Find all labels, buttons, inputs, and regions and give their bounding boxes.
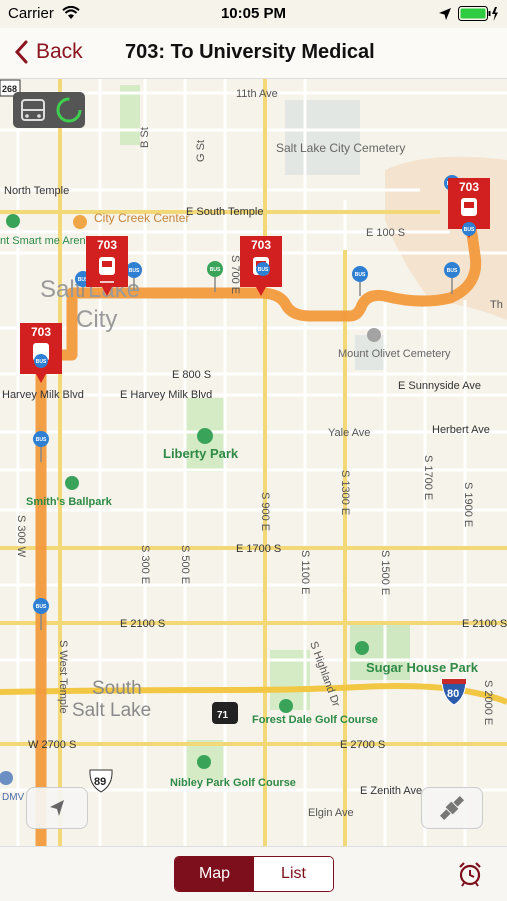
svg-text:BUS: BUS (355, 272, 366, 278)
location-arrow-icon (50, 800, 64, 816)
svg-text:703: 703 (31, 325, 51, 339)
label-south: South (92, 678, 142, 699)
label-elgin: Elgin Ave (308, 807, 354, 819)
vehicle-marker-703[interactable]: 703 BUS (448, 178, 490, 238)
label-s-west-temple: S West Temple (57, 640, 69, 714)
label-mount-olivet: Mount Olivet Cemetery (338, 348, 451, 360)
label-the-th: Th (490, 299, 503, 311)
label-e-100-s: E 100 S (366, 227, 405, 239)
cemetery-icon (367, 328, 381, 342)
label-sugar-house: Sugar House Park (366, 660, 479, 675)
alarm-clock-icon (459, 862, 481, 887)
svg-text:BUS: BUS (258, 267, 269, 273)
map-tab[interactable]: Map (175, 857, 254, 891)
current-location-button[interactable] (26, 787, 88, 829)
arena-icon (6, 214, 20, 228)
label-s-500-e: S 500 E (179, 545, 191, 584)
view-mode-segmented-control: Map List (174, 856, 334, 892)
label-harvey-milk-east: E Harvey Milk Blvd (120, 389, 212, 401)
back-button[interactable]: Back (14, 40, 83, 64)
label-liberty-park: Liberty Park (163, 446, 239, 461)
bottom-toolbar: Map List (0, 846, 507, 901)
svg-text:703: 703 (97, 238, 117, 252)
park-icon (197, 428, 213, 444)
label-yale-ave: Yale Ave (328, 427, 370, 439)
label-dmv: DMV (2, 792, 25, 803)
label-e-1700-s: E 1700 S (236, 543, 281, 555)
label-e-south-temple: E South Temple (186, 206, 263, 218)
svg-text:703: 703 (459, 180, 479, 194)
golf-icon (279, 699, 293, 713)
vehicle-marker-703[interactable]: 703 BUS (20, 323, 62, 383)
label-forest-dale: Forest Dale Golf Course (252, 714, 378, 726)
bus-filter-toggle[interactable] (13, 92, 85, 128)
location-arrow-icon (439, 8, 451, 20)
satellite-view-button[interactable] (421, 787, 483, 829)
alarm-button[interactable] (456, 860, 484, 893)
shopping-icon (73, 215, 87, 229)
label-11th-ave: 11th Ave (236, 88, 278, 100)
label-city-creek: City Creek Center (94, 211, 189, 225)
label-s-300-w: S 300 W (15, 515, 27, 558)
battery-icon (458, 6, 498, 21)
list-tab[interactable]: List (254, 857, 333, 891)
svg-text:BUS: BUS (36, 359, 47, 365)
stadium-icon (65, 476, 79, 490)
svg-text:BUS: BUS (129, 268, 140, 274)
svg-text:BUS: BUS (464, 227, 475, 233)
label-e-2100-s-east: E 2100 S (462, 618, 507, 630)
label-g-st: G St (195, 140, 207, 162)
svg-text:71: 71 (217, 710, 229, 721)
svg-text:80: 80 (447, 688, 459, 700)
chevron-left-icon (14, 40, 28, 64)
vehicle-marker-703[interactable]: 703 BUS (240, 236, 282, 296)
label-e-zenith: E Zenith Ave (360, 785, 422, 797)
svg-text:BUS: BUS (447, 268, 458, 274)
cemetery-area (285, 100, 360, 175)
label-s-2000-e: S 2000 E (482, 680, 494, 725)
status-bar: Carrier 10:05 PM (0, 0, 507, 28)
svg-text:BUS: BUS (36, 604, 47, 610)
bus-refresh-icon (21, 97, 82, 123)
label-s-1500-e: S 1500 E (379, 550, 391, 595)
label-harvey-milk-west: Harvey Milk Blvd (2, 389, 84, 401)
label-e-2100-s: E 2100 S (120, 618, 165, 630)
label-w-2700-s: W 2700 S (28, 739, 76, 751)
svg-text:89: 89 (94, 776, 106, 788)
label-e-800-s: E 800 S (172, 369, 211, 381)
navigation-bar: Back 703: To University Medical (0, 28, 507, 79)
svg-text:BUS: BUS (210, 267, 221, 273)
label-s-1700-e: S 1700 E (422, 455, 434, 500)
label-north-temple: North Temple (4, 185, 69, 197)
back-label: Back (36, 40, 83, 63)
label-smiths-ballpark: Smith's Ballpark (26, 496, 113, 508)
label-s-300-e: S 300 E (139, 545, 151, 584)
label-s-1900-e: S 1900 E (462, 482, 474, 527)
label-city: City (76, 306, 117, 333)
label-e-2700-s: E 2700 S (340, 739, 385, 751)
label-south-salt-lake: Salt Lake (72, 700, 151, 721)
label-nibley: Nibley Park Golf Course (170, 777, 296, 789)
route-map[interactable]: 11th Ave B St G St North Temple E South … (0, 79, 507, 846)
vehicle-marker-703[interactable]: 703 (86, 236, 128, 296)
label-smart-arena: nt Smart me Arena (0, 235, 93, 247)
svg-text:703: 703 (251, 238, 271, 252)
label-herbert-ave: Herbert Ave (432, 424, 490, 436)
label-b-st: B St (139, 127, 151, 148)
page-title: 703: To University Medical (125, 41, 375, 63)
label-s-900-e: S 900 E (259, 492, 271, 531)
shield-71: 71 (212, 702, 238, 724)
clock-time: 10:05 PM (220, 5, 287, 22)
label-s-700-e: S 700 E (229, 255, 241, 294)
label-s-1300-e: S 1300 E (339, 470, 351, 515)
svg-text:BUS: BUS (36, 437, 47, 443)
label-e-sunnyside: E Sunnyside Ave (398, 380, 481, 392)
label-cemetery: Salt Lake City Cemetery (276, 141, 405, 155)
label-s-1100-e: S 1100 E (299, 550, 311, 594)
satellite-icon (439, 795, 465, 821)
